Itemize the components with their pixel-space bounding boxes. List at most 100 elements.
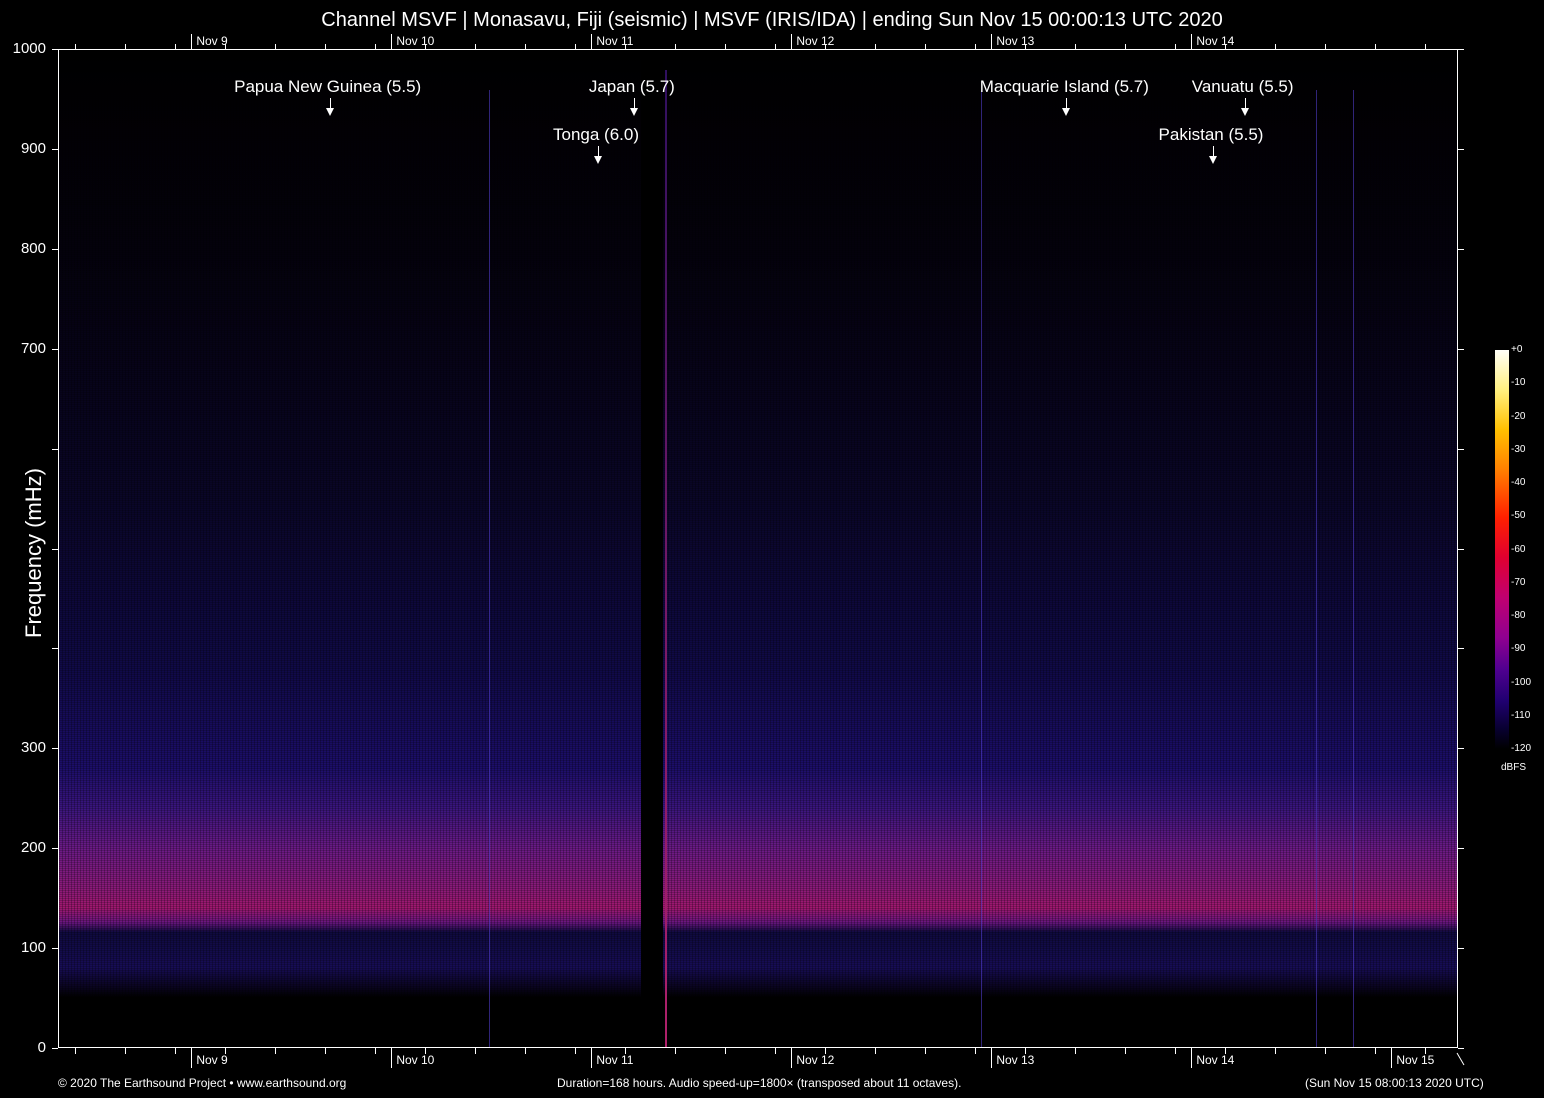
event-streak [981, 90, 982, 1047]
y-tick [52, 448, 58, 450]
colorbar [1495, 350, 1509, 749]
y-tick-right [1458, 948, 1464, 950]
x-tick [374, 1048, 376, 1054]
x-tick [524, 1048, 526, 1054]
chart-title: Channel MSVF | Monasavu, Fiji (seismic) … [321, 9, 1223, 31]
colorbar-unit: dBFS [1501, 762, 1527, 773]
x-tick [924, 1048, 926, 1054]
y-tick [52, 648, 58, 650]
event-label: Papua New Guinea (5.5) [234, 77, 422, 96]
x-tick-top [1174, 44, 1176, 49]
y-tick [52, 248, 58, 250]
y-tick-right [1458, 348, 1464, 350]
y-tick [52, 748, 58, 750]
x-tick-top [1274, 44, 1276, 49]
event-arrow-icon [1209, 156, 1217, 164]
y-tick [52, 148, 58, 150]
x-tick-top [674, 44, 676, 49]
y-tick-label: 700 [20, 339, 46, 357]
y-axis-label: Frequency (mHz) [21, 468, 46, 638]
colorbar-tick-label: -40 [1511, 477, 1526, 488]
x-tick-top [124, 44, 126, 49]
x-tick [674, 1048, 676, 1054]
x-day-label: Nov 12 [796, 1053, 835, 1067]
y-tick-label: 200 [20, 839, 46, 857]
spectrogram-texture [59, 50, 1457, 1047]
y-tick-label: 900 [20, 139, 46, 157]
colorbar-tick-label: -120 [1511, 743, 1532, 754]
top-day-label: Nov 14 [1196, 34, 1235, 48]
x-tick-top [774, 44, 776, 49]
event-arrow-icon [629, 108, 638, 116]
y-tick-right [1458, 448, 1464, 450]
top-day-tick [191, 34, 193, 49]
event-label: Pakistan (5.5) [1158, 125, 1264, 144]
top-day-label: Nov 11 [596, 34, 634, 48]
event-arrow-icon [325, 108, 334, 116]
y-tick-label: 800 [20, 239, 46, 257]
colorbar-tick-label: -90 [1511, 643, 1526, 655]
y-tick-label: 100 [20, 939, 46, 957]
x-tick [274, 1048, 276, 1054]
x-tick [1324, 1048, 1326, 1054]
x-day-label: Nov 15 [1396, 1053, 1435, 1067]
event-label: Japan (5.7) [588, 77, 675, 96]
x-tick [1124, 1048, 1126, 1054]
x-day-label: Nov 14 [1196, 1053, 1235, 1067]
top-day-label: Nov 10 [396, 34, 435, 48]
x-day-label: Nov 13 [996, 1053, 1035, 1067]
top-day-label: Nov 12 [796, 34, 835, 48]
top-day-tick [591, 34, 593, 49]
x-tick-top [524, 44, 526, 49]
x-tick-top [474, 44, 476, 49]
x-tick [724, 1048, 726, 1054]
x-day-tick [191, 1048, 193, 1068]
y-tick [52, 848, 58, 850]
x-tick-top [1324, 44, 1326, 49]
japan-quake-spike [665, 70, 667, 1047]
x-day-label: Nov 9 [196, 1053, 228, 1067]
colorbar-tick-label: -10 [1511, 377, 1526, 389]
x-day-tick [391, 1048, 393, 1068]
x-day-label: Nov 11 [596, 1053, 634, 1067]
x-tick [1074, 1048, 1076, 1054]
x-tick-top [74, 44, 76, 49]
colorbar-tick-label: -30 [1511, 443, 1526, 455]
y-tick [52, 548, 58, 550]
x-tick [324, 1048, 326, 1054]
x-tick [874, 1048, 876, 1054]
x-tick-top [974, 44, 976, 49]
top-day-label: Nov 9 [196, 34, 228, 48]
top-day-tick [791, 34, 793, 49]
y-tick-label: 1000 [12, 40, 46, 57]
event-label: Vanuatu (5.5) [1191, 77, 1294, 96]
colorbar-tick-label: -110 [1511, 709, 1531, 721]
x-tick-top [874, 44, 876, 49]
footer-copyright: © 2020 The Earthsound Project • www.eart… [58, 1076, 347, 1090]
event-label: Tonga (6.0) [553, 125, 639, 144]
x-day-tick [1391, 1048, 1393, 1068]
top-day-tick [991, 34, 993, 49]
event-arrow-icon [594, 156, 602, 164]
y-tick-right [1458, 1048, 1464, 1049]
colorbar-tick-label: -100 [1511, 676, 1532, 688]
x-tick [474, 1048, 476, 1054]
colorbar-tick-label: -70 [1511, 576, 1526, 588]
x-tick [774, 1048, 776, 1054]
colorbar-tick-label: +0 [1511, 344, 1523, 355]
x-tick [1374, 1048, 1376, 1054]
top-day-tick [391, 34, 393, 49]
y-tick-right [1458, 848, 1464, 850]
x-tick-top [1124, 44, 1126, 49]
x-tick-top [274, 44, 276, 49]
x-tick [174, 1048, 176, 1054]
x-tick-top [924, 44, 926, 49]
x-day-tick [791, 1048, 793, 1068]
footer-duration: Duration=168 hours. Audio speed-up=1800×… [557, 1076, 962, 1090]
y-tick [52, 948, 58, 950]
x-tick-top [174, 44, 176, 49]
y-tick-label: 300 [20, 739, 46, 757]
y-tick-right [1458, 49, 1464, 50]
x-tick-top [724, 44, 726, 49]
x-day-tick [991, 1048, 993, 1068]
